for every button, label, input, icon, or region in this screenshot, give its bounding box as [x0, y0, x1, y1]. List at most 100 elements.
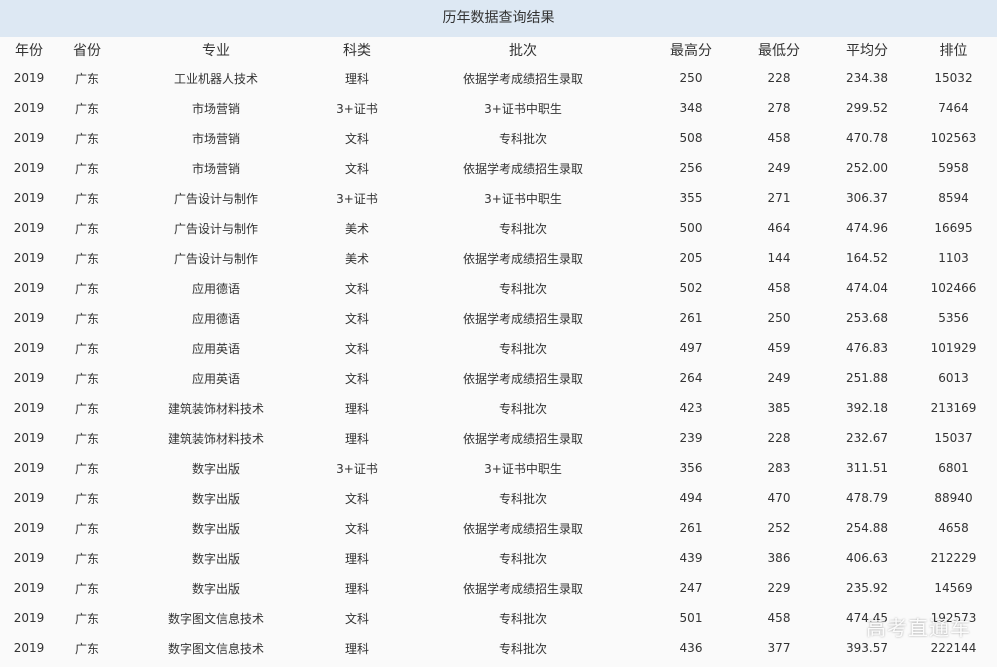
- cell-avg-score: 235.92: [824, 573, 910, 603]
- table-row[interactable]: 2019 广东 广告设计与制作 3+证书 3+证书中职生 355 271 306.37 8594: [0, 183, 997, 213]
- cell-min-score: 249: [734, 153, 824, 183]
- cell-year: 2019: [0, 243, 58, 273]
- column-header-province[interactable]: 省份: [58, 37, 116, 63]
- column-header-year[interactable]: 年份: [0, 37, 58, 63]
- cell-province: 广东: [58, 543, 116, 573]
- table-row[interactable]: 2019 广东 市场营销 3+证书 3+证书中职生 348 278 299.52 7464: [0, 93, 997, 123]
- column-header-major[interactable]: 专业: [116, 37, 316, 63]
- table-row[interactable]: 2019 广东 数字出版 3+证书 3+证书中职生 356 283 311.51 6801: [0, 453, 997, 483]
- cell-avg-score: 476.83: [824, 333, 910, 363]
- cell-province: 广东: [58, 123, 116, 153]
- cell-avg-score: 232.67: [824, 423, 910, 453]
- table-row[interactable]: 2019 广东 应用德语 文科 依据学考成绩招生录取 261 250 253.68 5356: [0, 303, 997, 333]
- column-header-min-score[interactable]: 最低分: [734, 37, 824, 63]
- cell-rank: 213169: [910, 393, 997, 423]
- cell-rank: 5356: [910, 303, 997, 333]
- cell-rank: 16695: [910, 213, 997, 243]
- table-row[interactable]: 2019 广东 应用德语 文科 专科批次 502 458 474.04 102466: [0, 273, 997, 303]
- cell-min-score: 229: [734, 573, 824, 603]
- column-header-category[interactable]: 科类: [316, 37, 398, 63]
- cell-province: 广东: [58, 423, 116, 453]
- table-row[interactable]: 2019 广东 数字图文信息技术 理科 专科批次 436 377 393.57 222144: [0, 633, 997, 663]
- cell-batch: 依据学考成绩招生录取: [398, 513, 648, 543]
- table-row[interactable]: 2019 广东 应用英语 文科 专科批次 497 459 476.83 101929: [0, 333, 997, 363]
- table-row[interactable]: 2019 广东 建筑装饰材料技术 理科 专科批次 423 385 392.18 213169: [0, 393, 997, 423]
- cell-batch: 专科批次: [398, 213, 648, 243]
- cell-major: 建筑装饰材料技术: [116, 393, 316, 423]
- cell-rank: 212229: [910, 543, 997, 573]
- cell-avg-score: 470.78: [824, 123, 910, 153]
- results-panel: 历年数据查询结果 年份 省份 专业 科类 批次 最高分 最低分 平均分 排位 2…: [0, 0, 997, 667]
- cell-batch: 3+证书中职生: [398, 183, 648, 213]
- table-row[interactable]: 2019 广东 数字出版 理科 专科批次 439 386 406.63 212229: [0, 543, 997, 573]
- cell-min-score: 228: [734, 423, 824, 453]
- cell-major: 数字出版: [116, 483, 316, 513]
- cell-rank: 88940: [910, 483, 997, 513]
- cell-rank: 6013: [910, 363, 997, 393]
- cell-batch: 依据学考成绩招生录取: [398, 573, 648, 603]
- column-header-batch[interactable]: 批次: [398, 37, 648, 63]
- cell-category: 3+证书: [316, 183, 398, 213]
- table-row[interactable]: 2019 广东 广告设计与制作 美术 专科批次 500 464 474.96 16695: [0, 213, 997, 243]
- table-row[interactable]: 2019 广东 数字出版 理科 依据学考成绩招生录取 247 229 235.92 14569: [0, 573, 997, 603]
- cell-batch: 专科批次: [398, 333, 648, 363]
- cell-year: 2019: [0, 153, 58, 183]
- cell-avg-score: 251.88: [824, 363, 910, 393]
- cell-major: 广告设计与制作: [116, 213, 316, 243]
- cell-batch: 依据学考成绩招生录取: [398, 303, 648, 333]
- cell-batch: 专科批次: [398, 543, 648, 573]
- table-row[interactable]: 2019 广东 市场营销 文科 依据学考成绩招生录取 256 249 252.00 5958: [0, 153, 997, 183]
- cell-batch: 3+证书中职生: [398, 453, 648, 483]
- table-row[interactable]: 2019 广东 工业机器人技术 理科 依据学考成绩招生录取 250 228 234.38 150…: [0, 63, 997, 93]
- cell-year: 2019: [0, 513, 58, 543]
- cell-rank: 15037: [910, 423, 997, 453]
- cell-province: 广东: [58, 363, 116, 393]
- cell-min-score: 464: [734, 213, 824, 243]
- cell-min-score: 377: [734, 633, 824, 663]
- table-row[interactable]: 2019 广东 数字出版 文科 依据学考成绩招生录取 261 252 254.88 4658: [0, 513, 997, 543]
- cell-max-score: 494: [648, 483, 734, 513]
- cell-max-score: 423: [648, 393, 734, 423]
- cell-max-score: 348: [648, 93, 734, 123]
- cell-major: 应用德语: [116, 273, 316, 303]
- cell-major: 数字出版: [116, 543, 316, 573]
- cell-major: 应用德语: [116, 303, 316, 333]
- cell-min-score: 278: [734, 93, 824, 123]
- column-header-avg-score[interactable]: 平均分: [824, 37, 910, 63]
- cell-batch: 依据学考成绩招生录取: [398, 423, 648, 453]
- cell-category: 文科: [316, 513, 398, 543]
- cell-max-score: 261: [648, 513, 734, 543]
- cell-rank: 7464: [910, 93, 997, 123]
- cell-province: 广东: [58, 633, 116, 663]
- cell-max-score: 247: [648, 573, 734, 603]
- cell-year: 2019: [0, 123, 58, 153]
- cell-avg-score: 254.88: [824, 513, 910, 543]
- cell-max-score: 261: [648, 303, 734, 333]
- column-header-max-score[interactable]: 最高分: [648, 37, 734, 63]
- cell-max-score: 250: [648, 63, 734, 93]
- cell-major: 市场营销: [116, 153, 316, 183]
- cell-year: 2019: [0, 63, 58, 93]
- table-row[interactable]: 2019 广东 数字图文信息技术 文科 专科批次 501 458 474.45 192573: [0, 603, 997, 633]
- cell-category: 文科: [316, 363, 398, 393]
- cell-province: 广东: [58, 393, 116, 423]
- cell-province: 广东: [58, 153, 116, 183]
- table-row[interactable]: 2019 广东 市场营销 文科 专科批次 508 458 470.78 102563: [0, 123, 997, 153]
- cell-province: 广东: [58, 183, 116, 213]
- cell-avg-score: 306.37: [824, 183, 910, 213]
- table-row[interactable]: 2019 广东 广告设计与制作 美术 依据学考成绩招生录取 205 144 164.52 110…: [0, 243, 997, 273]
- cell-rank: 4658: [910, 513, 997, 543]
- cell-max-score: 436: [648, 633, 734, 663]
- cell-batch: 专科批次: [398, 123, 648, 153]
- table-row[interactable]: 2019 广东 应用英语 文科 依据学考成绩招生录取 264 249 251.88 6013: [0, 363, 997, 393]
- cell-min-score: 459: [734, 333, 824, 363]
- column-header-rank[interactable]: 排位: [910, 37, 997, 63]
- cell-batch: 专科批次: [398, 273, 648, 303]
- cell-rank: 192573: [910, 603, 997, 633]
- cell-avg-score: 474.96: [824, 213, 910, 243]
- cell-major: 数字出版: [116, 453, 316, 483]
- cell-major: 数字出版: [116, 573, 316, 603]
- table-row[interactable]: 2019 广东 数字出版 文科 专科批次 494 470 478.79 88940: [0, 483, 997, 513]
- cell-batch: 依据学考成绩招生录取: [398, 243, 648, 273]
- table-row[interactable]: 2019 广东 建筑装饰材料技术 理科 依据学考成绩招生录取 239 228 232.67 15…: [0, 423, 997, 453]
